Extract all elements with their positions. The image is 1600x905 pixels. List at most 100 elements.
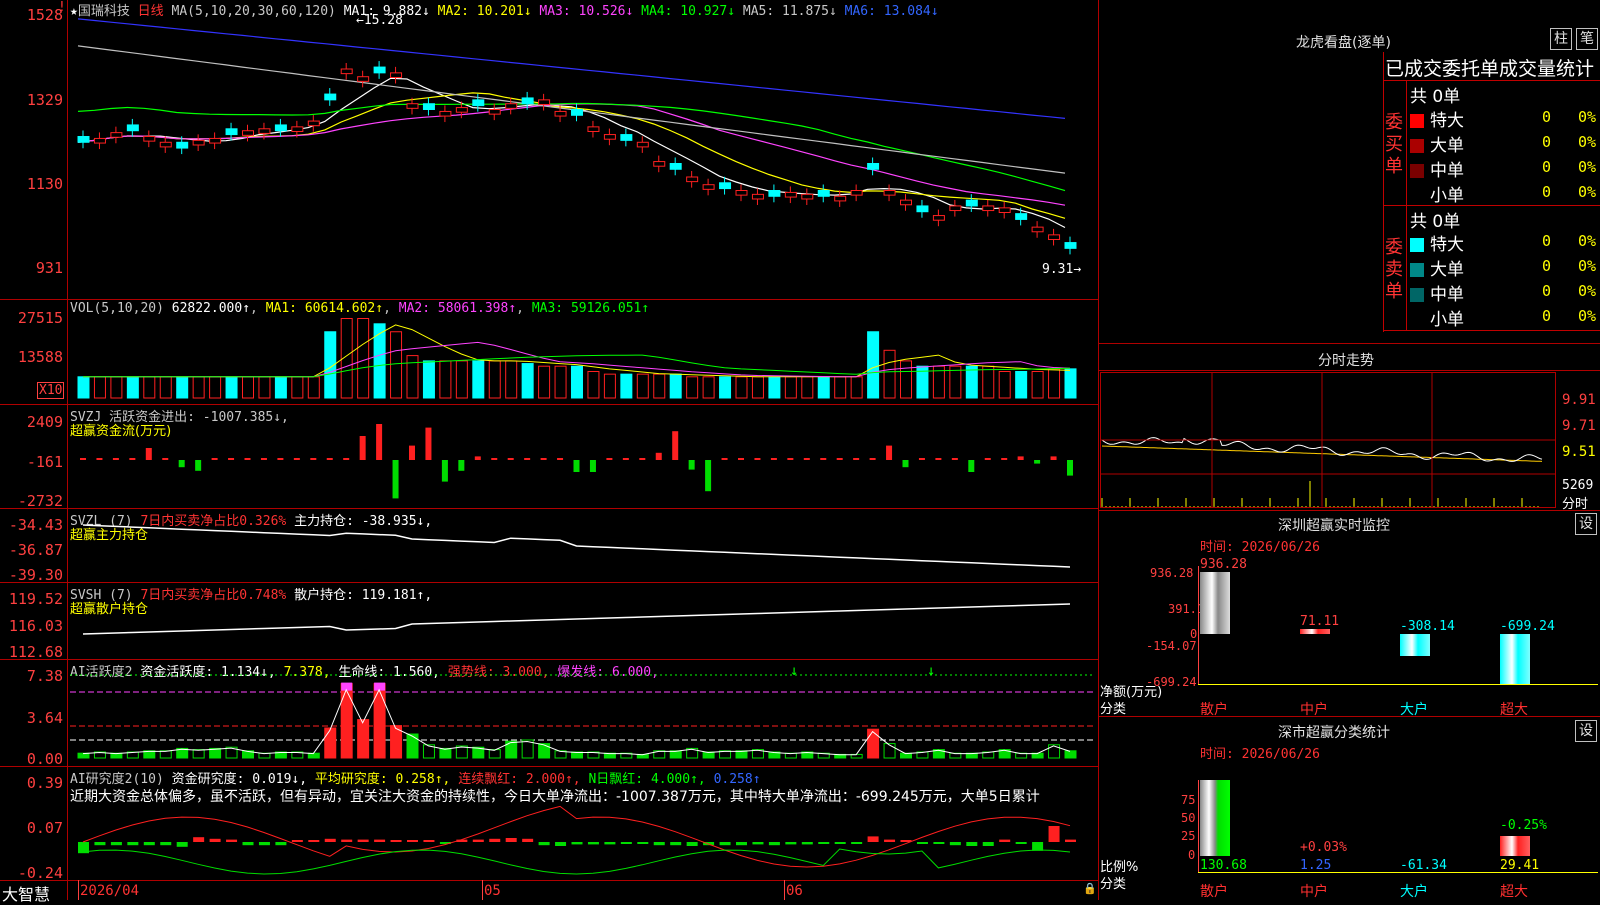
research-bar <box>834 842 846 844</box>
legend-swatch <box>1410 114 1424 128</box>
volume-bar <box>1048 368 1061 399</box>
svzj-bar <box>244 458 251 460</box>
monitor-bar-3[interactable] <box>1400 634 1430 657</box>
category-value-3: -61.34 <box>1400 858 1447 873</box>
buy-row: 特大 <box>1410 106 1464 131</box>
candle-body <box>176 141 189 149</box>
svzj-bar <box>639 458 646 460</box>
intraday-chart-frame[interactable] <box>1100 372 1556 508</box>
candle-body <box>965 199 978 207</box>
volume-bar <box>455 360 468 399</box>
svzj-bar <box>211 458 218 460</box>
research-bar <box>620 842 632 844</box>
research-bar <box>143 842 155 846</box>
category-label-2: 中户 <box>1300 884 1328 900</box>
volume-bar <box>735 376 748 399</box>
candle-body <box>455 107 468 113</box>
svzj-bar <box>425 427 432 460</box>
candle-body <box>653 161 666 167</box>
pen-view-button[interactable]: 笔 <box>1576 28 1598 50</box>
buy-row-pct: 0% <box>1578 133 1597 151</box>
svzl-line <box>82 524 1071 568</box>
category-value-2: 1.25 <box>1300 858 1332 873</box>
sell-total: 共 0单 <box>1410 212 1461 232</box>
volume-bar <box>242 376 254 399</box>
svzj-bar <box>557 458 564 460</box>
candle-body <box>126 124 139 132</box>
candle-body <box>472 99 485 107</box>
candle-body <box>340 68 353 75</box>
volume-bar <box>998 371 1011 399</box>
monitor-bar-4[interactable] <box>1500 634 1530 684</box>
sz-monitor-xtitle: 分类 <box>1100 702 1127 717</box>
svzj-bar <box>112 458 119 460</box>
sell-row-count: 0 <box>1542 307 1552 325</box>
volume-bar <box>587 371 600 399</box>
volume-bar <box>192 376 205 399</box>
candle-body <box>291 126 304 132</box>
volume-bar <box>390 331 403 399</box>
svzj-bar <box>326 458 333 460</box>
candle-body <box>982 205 995 212</box>
candle-body <box>110 132 123 138</box>
category-bar-4[interactable] <box>1500 836 1530 856</box>
buy-row: 中单 <box>1410 156 1464 181</box>
candle-body <box>488 109 501 115</box>
candle-body <box>571 109 583 116</box>
buy-row-pct: 0% <box>1578 183 1597 201</box>
volume-bar <box>1031 371 1044 399</box>
activity-line <box>82 688 1071 756</box>
research-bar <box>357 839 369 842</box>
research-bar <box>341 839 353 842</box>
sz-category-settings-button[interactable]: 设 <box>1575 720 1597 742</box>
sell-row-name: 小单 <box>1430 310 1464 330</box>
research-bar <box>1015 842 1027 844</box>
activity-bar <box>406 733 419 759</box>
svzj-bar <box>409 445 415 460</box>
volume-bar <box>225 376 238 399</box>
longhu-sep-1 <box>1383 80 1600 81</box>
sz-monitor-settings-button[interactable]: 设 <box>1575 513 1597 535</box>
sell-row-count: 0 <box>1542 282 1552 300</box>
longhu-sep-3 <box>1383 330 1600 331</box>
candle-body <box>93 137 106 144</box>
svsh-line <box>82 603 1071 635</box>
buy-row-name: 大单 <box>1430 136 1464 156</box>
sell-row-name: 特大 <box>1430 235 1464 255</box>
svzj-bar <box>787 458 794 460</box>
research-bar <box>999 839 1011 842</box>
candle-body <box>768 190 781 197</box>
monitor-bar-1[interactable] <box>1200 572 1230 634</box>
research-bar <box>390 840 402 842</box>
research-bar <box>653 842 665 846</box>
right-divider-1 <box>1098 343 1600 344</box>
svzj-bar <box>935 458 942 460</box>
legend-swatch <box>1410 139 1424 153</box>
research-bar <box>242 842 254 846</box>
sz-monitor-axis-4: -154.07 <box>1146 639 1197 653</box>
candle-body <box>242 130 254 136</box>
activity-bar <box>192 749 205 759</box>
svzj-bar <box>721 458 728 460</box>
research-bar <box>982 842 994 846</box>
candle-body <box>159 141 172 148</box>
svzj-bar <box>1050 456 1057 460</box>
sz-category-title: 深市超赢分类统计 <box>1278 725 1390 741</box>
candle-body <box>538 99 551 105</box>
research-bar <box>884 839 896 842</box>
activity-bar <box>1064 750 1077 759</box>
svzj-bar <box>803 458 810 460</box>
column-view-button[interactable]: 柱 <box>1550 28 1572 50</box>
category-bar-1[interactable] <box>1200 780 1230 856</box>
svzj-bar <box>951 458 958 460</box>
svzj-bar <box>918 458 925 460</box>
svzj-bar <box>540 458 547 460</box>
sell-orders-label: 委卖单 <box>1385 237 1403 302</box>
legend-swatch <box>1410 288 1424 302</box>
ma-line-4 <box>77 102 1066 192</box>
sell-row-count: 0 <box>1542 232 1552 250</box>
svzj-bar <box>145 448 152 460</box>
main-chart-canvas[interactable]: ↓ ↓ <box>0 0 1555 900</box>
volume-bar <box>209 376 222 399</box>
monitor-bar-2[interactable] <box>1300 629 1330 634</box>
